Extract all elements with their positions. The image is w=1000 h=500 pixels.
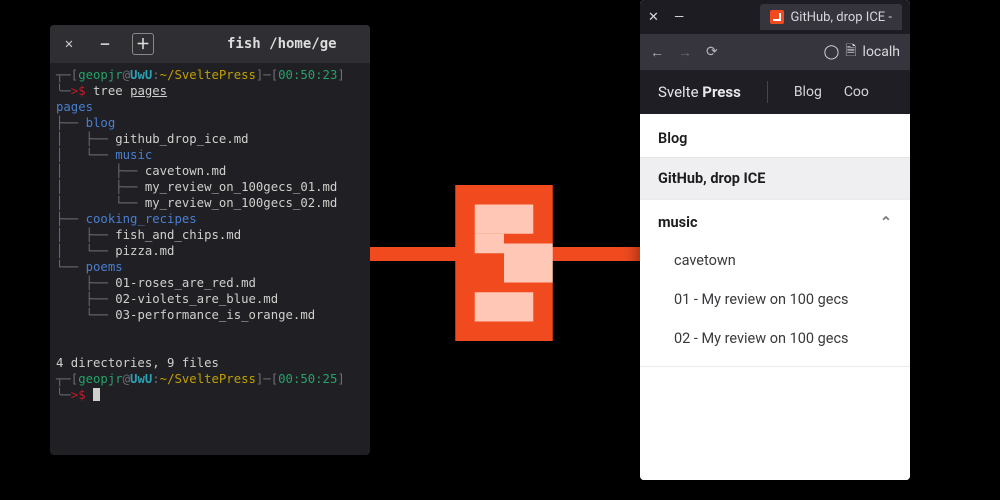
prompt-host: UwU (130, 68, 152, 82)
browser-tab[interactable]: GitHub, drop ICE - (760, 4, 902, 30)
prompt-time: 00:50:23 (278, 68, 337, 82)
new-tab-icon[interactable]: ＋ (132, 33, 154, 55)
shield-icon: ◯ (824, 44, 840, 60)
brand[interactable]: Svelte Press (658, 83, 741, 101)
tab-title: GitHub, drop ICE - (790, 10, 892, 25)
minimize-icon[interactable]: — (674, 10, 686, 25)
cmd: tree (93, 84, 123, 98)
lock-icon: 🗎 (845, 40, 856, 64)
tree-root: pages (56, 100, 93, 114)
sidebar-item-selected[interactable]: GitHub, drop ICE (640, 158, 910, 200)
sidebar-item[interactable]: cavetown (640, 241, 910, 280)
sidebar-item[interactable]: 01 - My review on 100 gecs (640, 280, 910, 319)
terminal-body[interactable]: ┬─[geopjr@UwU:~/SveltePress]─[00:50:23] … (50, 63, 370, 407)
cmd-arg: pages (130, 84, 167, 98)
group-label: music (658, 214, 698, 231)
sidebar-item[interactable]: 02 - My review on 100 gecs (640, 319, 910, 358)
breadcrumb[interactable]: Blog (640, 114, 910, 158)
sidebar-group-music[interactable]: music ⌃ (640, 200, 910, 241)
favicon-icon (770, 10, 784, 24)
page-sidebar: Blog GitHub, drop ICE music ⌃ cavetown 0… (640, 114, 910, 480)
tree-summary: 4 directories, 9 files (56, 356, 219, 370)
back-icon[interactable]: ← (650, 44, 664, 61)
nav-blog[interactable]: Blog (794, 84, 822, 100)
minimize-icon[interactable]: — (96, 35, 114, 53)
address-bar[interactable]: ◯ 🗎 localh (824, 40, 900, 64)
tree-output: ├── blog │ ├── github_drop_ice.md │ └── … (56, 116, 337, 322)
forward-icon[interactable]: → (678, 44, 692, 61)
prompt-symbol: >$ (71, 84, 86, 98)
prompt-path: ~/SveltePress (160, 68, 256, 82)
close-icon[interactable]: ✕ (60, 35, 78, 53)
nav-cooking[interactable]: Coo (844, 84, 869, 100)
browser-toolbar: ← → ⟳ ◯ 🗎 localh (640, 34, 910, 70)
sveltepress-logo-icon (445, 185, 563, 341)
chevron-up-icon: ⌃ (880, 214, 892, 231)
sidebar-group-children: cavetown 01 - My review on 100 gecs 02 -… (640, 241, 910, 367)
site-header: Svelte Press Blog Coo (640, 70, 910, 114)
browser-tabstrip: ✕ — GitHub, drop ICE - (640, 0, 910, 34)
terminal-window: ✕ — ＋ fish /home/ge ┬─[geopjr@UwU:~/Svel… (50, 25, 370, 455)
prompt-user: geopjr (78, 68, 122, 82)
browser-window: ✕ — GitHub, drop ICE - ← → ⟳ ◯ 🗎 localh … (640, 0, 910, 480)
divider (767, 81, 768, 103)
cursor (93, 388, 100, 401)
url-text: localh (863, 44, 900, 60)
reload-icon[interactable]: ⟳ (706, 44, 718, 60)
terminal-titlebar: ✕ — ＋ fish /home/ge (50, 25, 370, 63)
close-icon[interactable]: ✕ (648, 10, 660, 25)
terminal-title: fish /home/ge (227, 36, 337, 52)
